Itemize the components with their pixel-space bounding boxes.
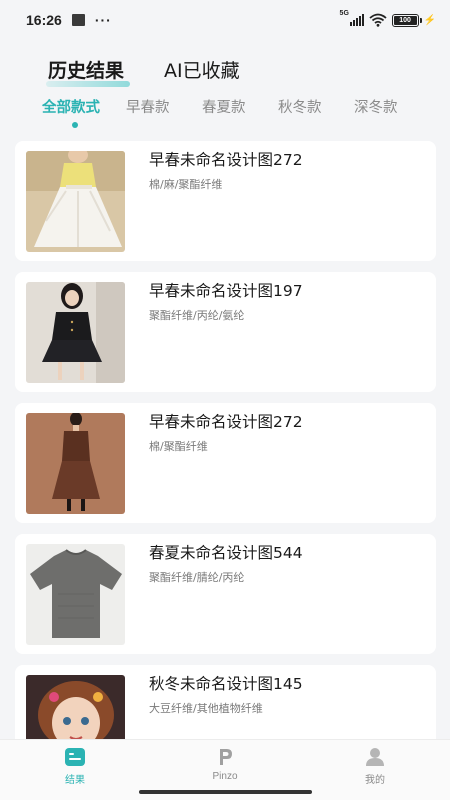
category-tab-spring-summer[interactable]: 春夏款 [202,96,278,117]
design-title: 早春未命名设计图272 [149,151,303,169]
design-title: 秋冬未命名设计图145 [149,675,303,693]
design-card[interactable]: 早春未命名设计图197 聚酯纤维/丙纶/氨纶 [15,272,436,392]
design-materials: 棉/麻/聚酯纤维 [149,178,223,191]
design-thumbnail [26,282,125,383]
wifi-icon [368,13,387,27]
pinzo-logo-icon [220,749,232,765]
design-thumbnail [26,413,125,514]
status-time: 16:26 [26,12,62,28]
category-tab-deep-winter[interactable]: 深冬款 [354,96,430,117]
category-tab-all[interactable]: 全部款式 [42,96,126,128]
category-tabs: 全部款式 早春款 春夏款 秋冬款 深冬款 [42,96,430,128]
tab-ai-favorites[interactable]: AI已收藏 [164,56,240,89]
main-tabs: 历史结果 AI已收藏 [45,56,240,89]
design-materials: 大豆纤维/其他植物纤维 [149,702,263,715]
tab-history-results[interactable]: 历史结果 [45,56,131,89]
category-tab-label: 全部款式 [42,100,100,116]
battery-icon: 100 ⚡ [391,13,436,27]
status-right: 5G 100 ⚡ [340,10,436,27]
category-tab-early-spring[interactable]: 早春款 [126,96,202,117]
status-left: 16:26 ··· [26,12,112,28]
design-thumbnail [26,544,125,645]
charging-icon: ⚡ [423,14,436,26]
design-materials: 聚酯纤维/丙纶/氨纶 [149,309,245,322]
active-indicator [72,122,78,128]
result-icon [65,748,85,766]
network-type: 5G [339,10,349,17]
design-title: 早春未命名设计图197 [149,282,303,300]
status-bar: 16:26 ··· 5G 100 ⚡ [0,0,450,40]
signal-icon: 5G [340,10,364,26]
design-card[interactable]: 早春未命名设计图272 棉/聚酯纤维 [15,403,436,523]
nav-item-results[interactable]: 结果 [0,740,150,800]
design-materials: 聚酯纤维/腈纶/丙纶 [149,571,245,584]
design-list: 早春未命名设计图272 棉/麻/聚酯纤维 早春未命名设计图197 聚酯纤维/丙纶… [15,141,436,796]
nav-label: 我的 [365,775,385,786]
notification-icon [71,14,85,26]
battery-level: 100 [393,15,417,25]
nav-label: Pinzo [212,771,238,782]
design-title: 早春未命名设计图272 [149,413,303,431]
design-title: 春夏未命名设计图544 [149,544,303,562]
more-notifications-icon: ··· [94,12,112,28]
nav-item-mine[interactable]: 我的 [300,740,450,800]
design-card[interactable]: 春夏未命名设计图544 聚酯纤维/腈纶/丙纶 [15,534,436,654]
profile-icon [366,748,384,766]
design-materials: 棉/聚酯纤维 [149,440,208,453]
nav-label: 结果 [65,775,85,786]
category-tab-autumn-winter[interactable]: 秋冬款 [278,96,354,117]
home-indicator[interactable] [139,790,312,794]
design-card[interactable]: 早春未命名设计图272 棉/麻/聚酯纤维 [15,141,436,261]
design-thumbnail [26,151,125,252]
